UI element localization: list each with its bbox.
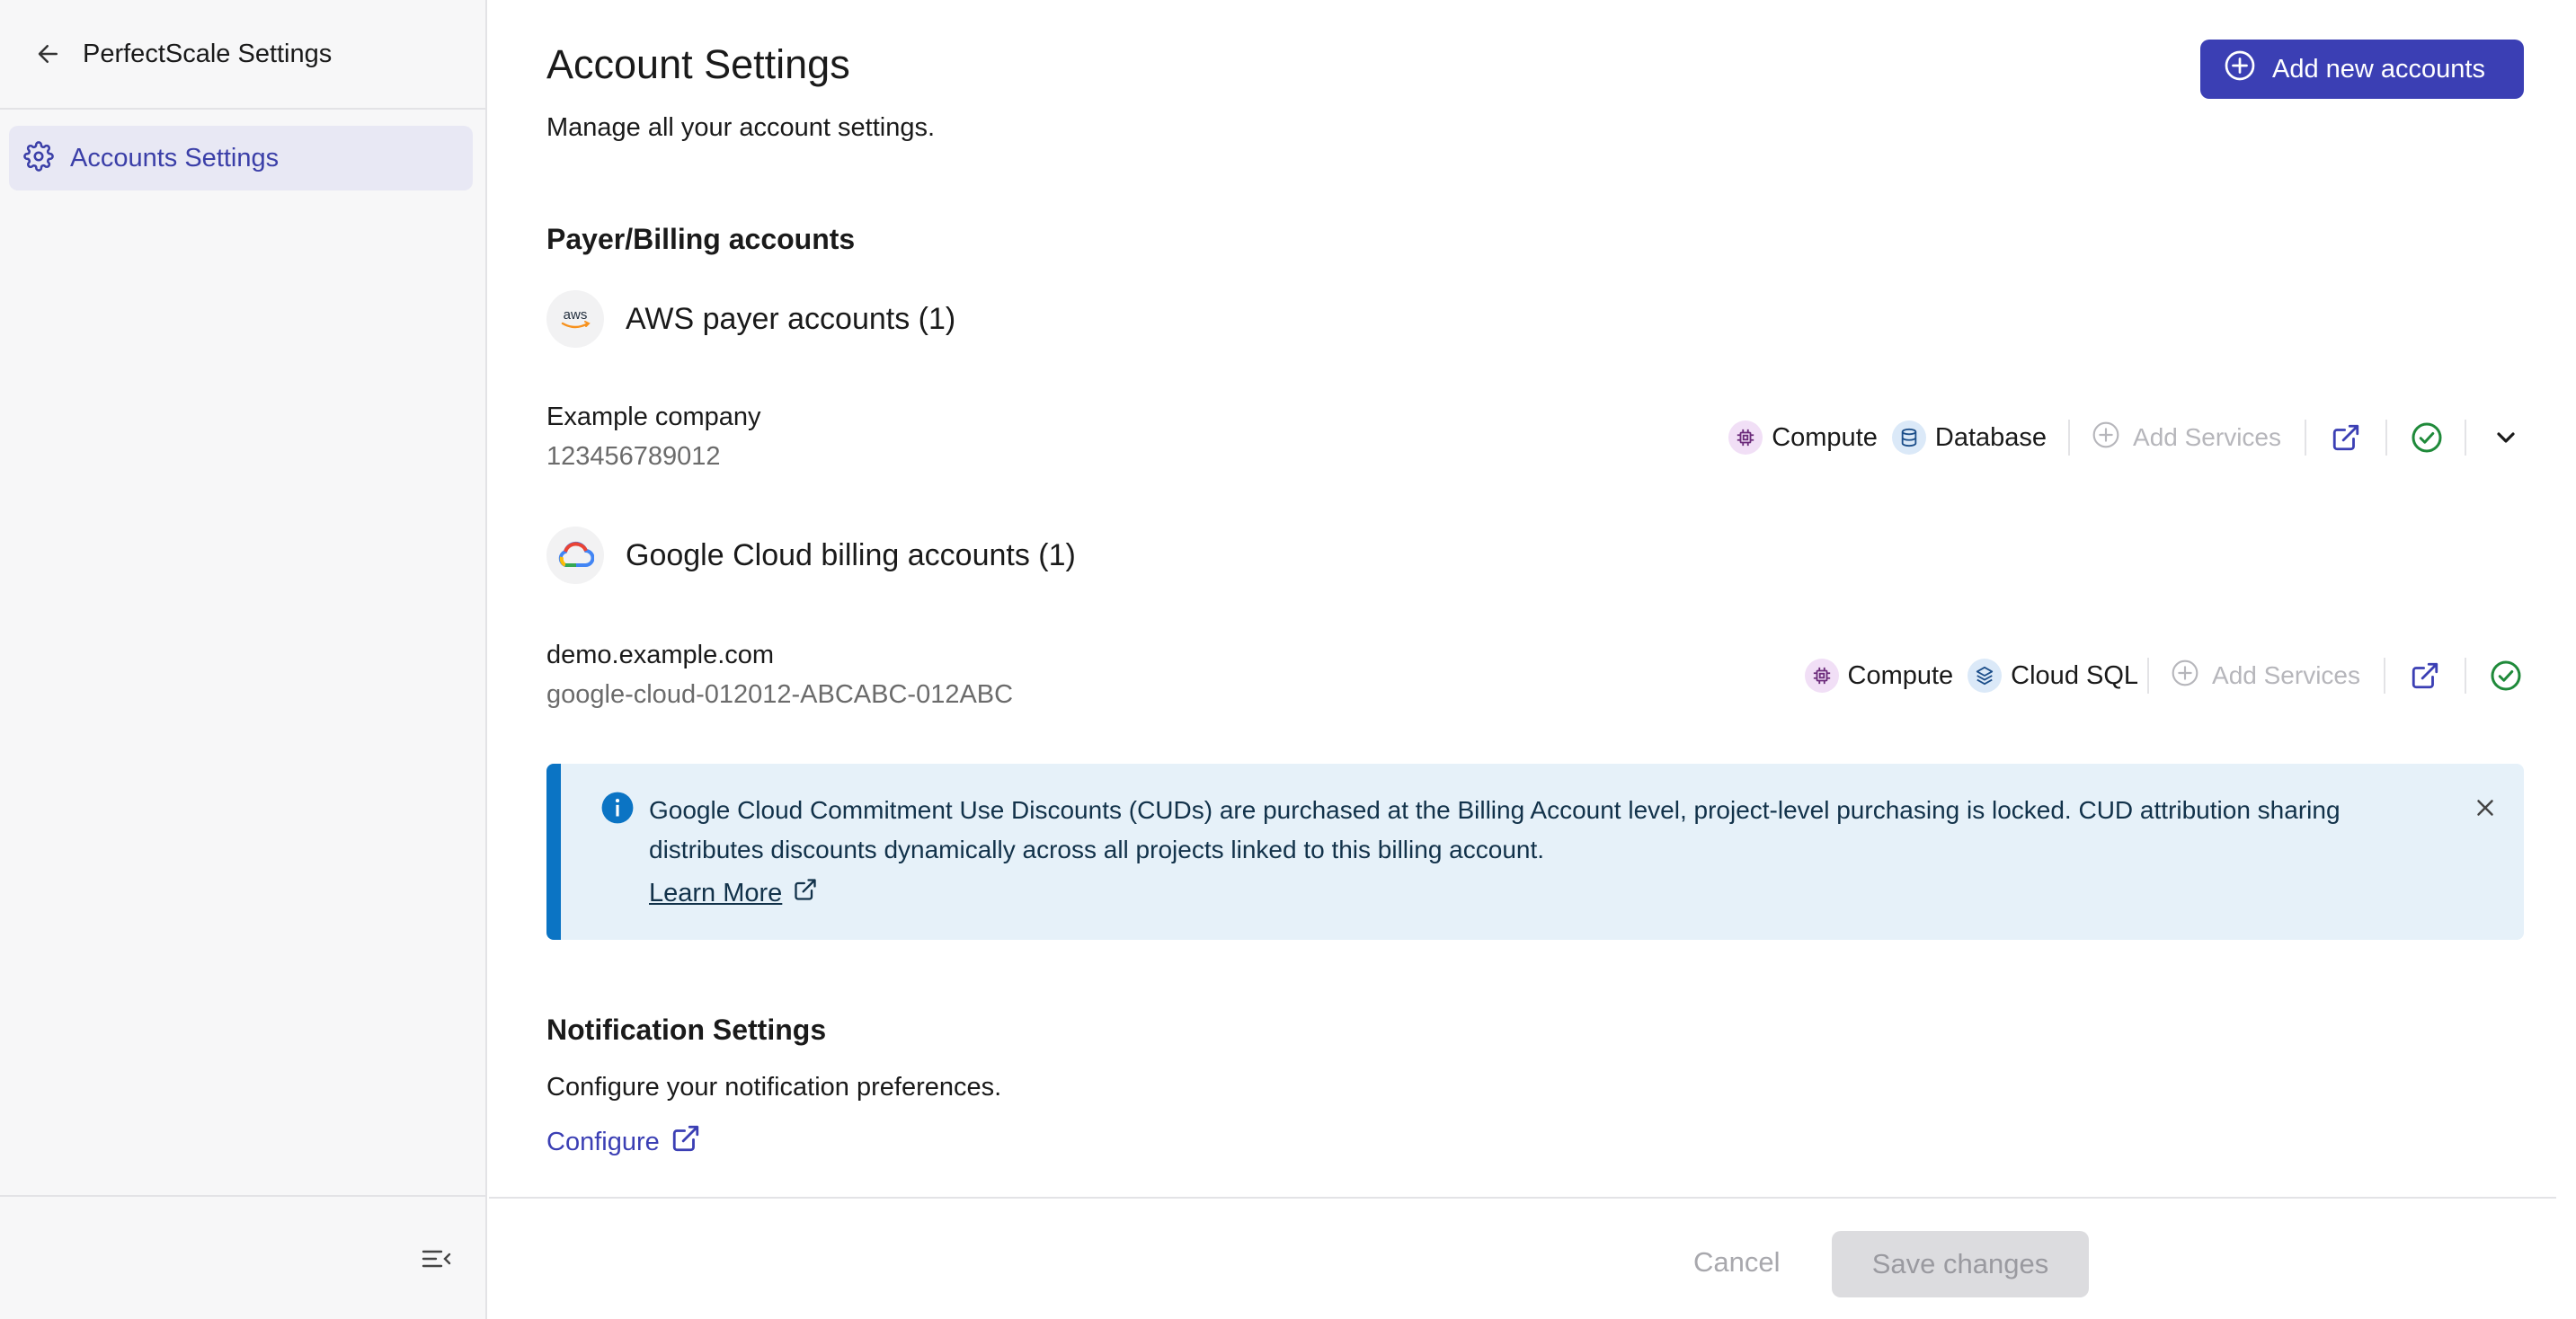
back-arrow-icon[interactable]	[32, 38, 65, 70]
google-cloud-logo-icon	[546, 527, 604, 584]
add-services-label: Add Services	[2133, 423, 2281, 451]
add-new-accounts-label: Add new accounts	[2272, 54, 2485, 84]
service-label: Database	[1934, 422, 2047, 452]
save-changes-button[interactable]: Save changes	[1832, 1231, 2089, 1297]
account-id: 123456789012	[546, 442, 721, 471]
provider-name: AWS payer accounts (1)	[626, 301, 956, 336]
plus-circle-icon	[2092, 420, 2120, 456]
divider	[2385, 420, 2387, 456]
provider-aws: aws AWS payer accounts (1)	[546, 290, 955, 348]
info-icon	[600, 791, 635, 829]
sidebar: PerfectScale Settings Accounts Settings	[0, 0, 487, 1319]
account-services-bar: Compute Cloud SQL Add Services	[1804, 656, 2525, 695]
service-label: Compute	[1772, 422, 1878, 452]
close-icon[interactable]	[2472, 794, 2499, 826]
external-link-icon[interactable]	[2328, 420, 2364, 456]
sidebar-header: PerfectScale Settings	[0, 0, 485, 110]
service-chip-compute: Compute	[1728, 420, 1878, 455]
account-name: demo.example.com	[546, 641, 775, 669]
account-name: Example company	[546, 403, 761, 431]
service-chip-cloud-sql: Cloud SQL	[1968, 659, 2138, 693]
info-banner-text: Google Cloud Commitment Use Discounts (C…	[649, 796, 2341, 863]
cpu-icon	[1804, 659, 1839, 693]
layers-icon	[1968, 659, 2003, 693]
divider	[2465, 420, 2466, 456]
divider	[2384, 658, 2385, 694]
sidebar-item-accounts-settings[interactable]: Accounts Settings	[9, 126, 473, 190]
divider	[2068, 420, 2071, 456]
external-link-icon	[660, 1123, 701, 1161]
collapse-menu-icon[interactable]	[421, 1245, 457, 1276]
add-new-accounts-button[interactable]: Add new accounts	[2200, 40, 2524, 99]
add-services-button[interactable]: Add Services	[2092, 420, 2281, 456]
notification-settings-title: Notification Settings	[546, 1014, 827, 1046]
service-chip-database: Database	[1891, 420, 2047, 455]
sidebar-footer	[0, 1195, 485, 1319]
plus-circle-icon	[2224, 49, 2256, 89]
sidebar-item-label: Accounts Settings	[70, 143, 280, 173]
configure-link[interactable]: Configure	[546, 1123, 701, 1161]
learn-more-link[interactable]: Learn More	[649, 877, 818, 909]
check-circle-icon	[2488, 658, 2524, 694]
service-chip-compute: Compute	[1804, 659, 1954, 693]
cpu-icon	[1728, 420, 1763, 455]
svg-text:aws: aws	[564, 307, 588, 323]
gear-icon	[23, 140, 54, 176]
divider	[2465, 658, 2466, 694]
service-label: Cloud SQL	[2011, 660, 2139, 690]
page-title: Account Settings	[546, 41, 850, 87]
divider	[2305, 420, 2306, 456]
learn-more-label: Learn More	[649, 878, 783, 907]
external-link-icon[interactable]	[2407, 658, 2443, 694]
form-footer: Cancel Save changes	[489, 1197, 2556, 1319]
sidebar-title: PerfectScale Settings	[83, 39, 333, 68]
provider-google-cloud: Google Cloud billing accounts (1)	[546, 527, 1076, 584]
external-link-icon	[782, 877, 818, 909]
add-services-label: Add Services	[2212, 661, 2360, 689]
chevron-down-icon[interactable]	[2488, 420, 2524, 456]
service-label: Compute	[1847, 660, 1954, 690]
account-id: google-cloud-012012-ABCABC-012ABC	[546, 680, 1014, 709]
provider-name: Google Cloud billing accounts (1)	[626, 537, 1076, 572]
notification-settings-description: Configure your notification preferences.	[546, 1073, 1002, 1102]
billing-section-title: Payer/Billing accounts	[546, 223, 856, 255]
add-services-button[interactable]: Add Services	[2171, 659, 2360, 694]
page-subtitle: Manage all your account settings.	[546, 113, 936, 142]
aws-logo-icon: aws	[546, 290, 604, 348]
database-icon	[1891, 420, 1926, 455]
configure-label: Configure	[546, 1127, 660, 1156]
info-banner: Google Cloud Commitment Use Discounts (C…	[546, 764, 2524, 940]
cancel-button[interactable]: Cancel	[1693, 1229, 1781, 1296]
account-services-bar: Compute Database Add Services	[1728, 418, 2524, 457]
check-circle-icon	[2409, 420, 2445, 456]
plus-circle-icon	[2171, 659, 2199, 694]
divider	[2147, 658, 2150, 694]
